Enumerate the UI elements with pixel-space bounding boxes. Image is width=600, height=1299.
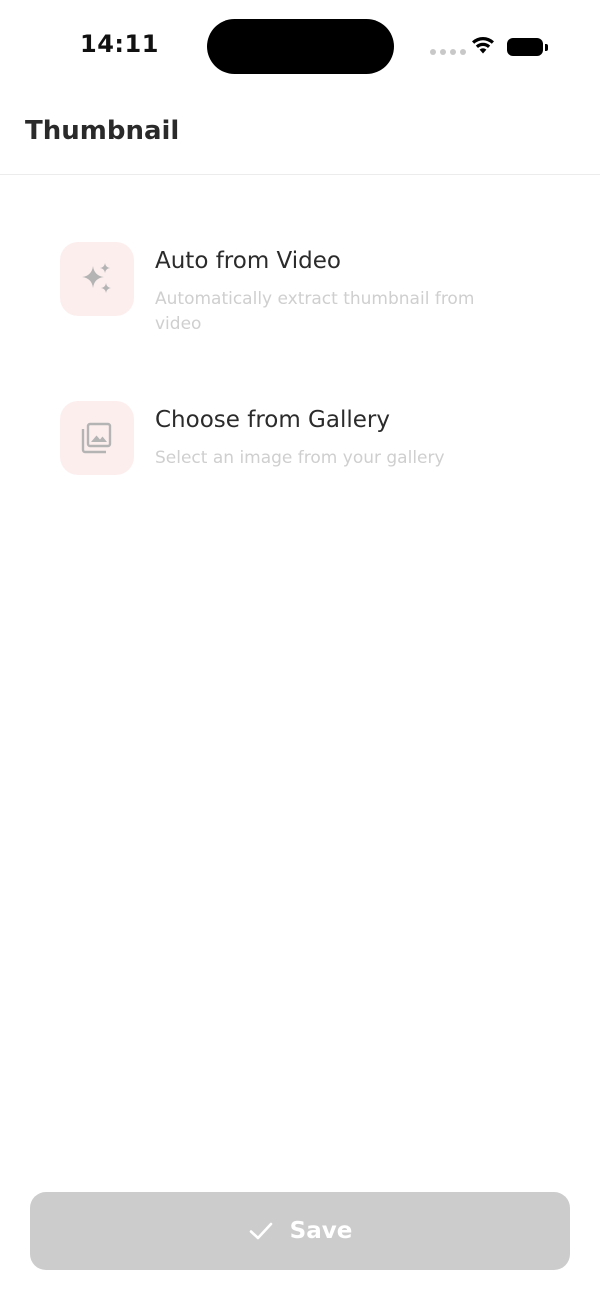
option-description: Automatically extract thumbnail from vid… — [155, 288, 475, 334]
save-label: Save — [289, 1218, 353, 1244]
gallery-icon — [81, 422, 112, 454]
option-auto-from-video[interactable]: Auto from Video Automatically extract th… — [60, 242, 540, 337]
option-choose-from-gallery[interactable]: Choose from Gallery Select an image from… — [60, 401, 540, 475]
option-icon-tile — [60, 242, 134, 316]
dynamic-island — [207, 19, 394, 74]
save-button[interactable]: Save — [30, 1192, 570, 1270]
status-time: 14:11 — [80, 30, 159, 58]
option-icon-tile — [60, 401, 134, 475]
option-description: Select an image from your gallery — [155, 447, 445, 468]
sparkle-icon — [82, 263, 111, 293]
page-title: Thumbnail — [25, 116, 180, 146]
cellular-signal-icon — [430, 49, 466, 55]
status-bar: 14:11 — [0, 0, 600, 92]
wifi-icon — [472, 37, 494, 54]
option-text: Auto from Video Automatically extract th… — [155, 242, 515, 337]
option-title: Auto from Video — [155, 248, 341, 274]
check-icon — [249, 1222, 272, 1240]
thumbnail-screen: 14:11 Thumbnail Auto from Video Automati… — [0, 0, 600, 1299]
battery-icon — [507, 38, 548, 56]
header: Thumbnail — [0, 92, 600, 175]
option-text: Choose from Gallery Select an image from… — [155, 401, 515, 475]
option-title: Choose from Gallery — [155, 407, 390, 433]
